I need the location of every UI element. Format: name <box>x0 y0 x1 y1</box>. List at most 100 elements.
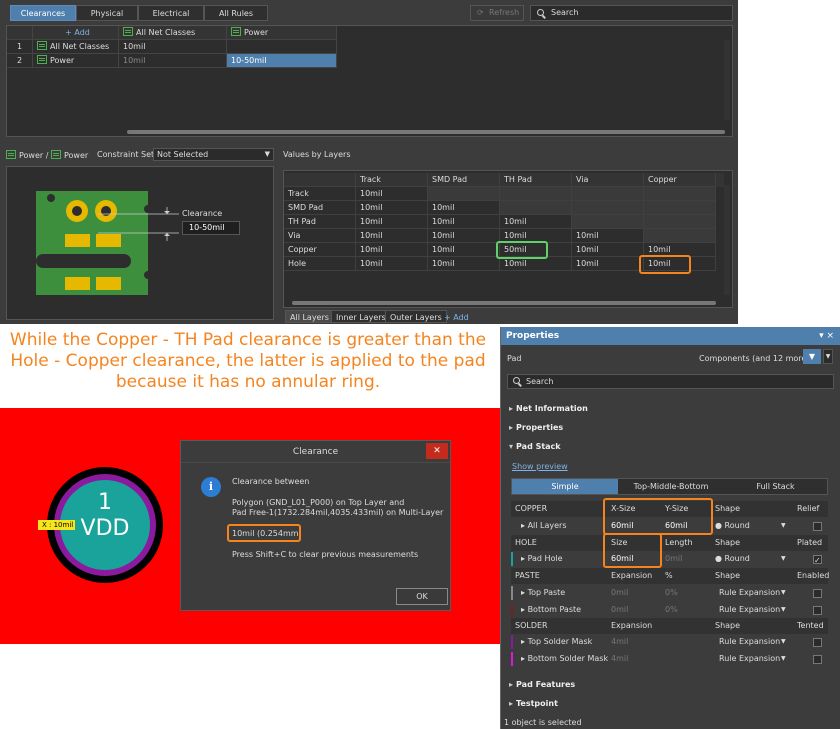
matrix-horizontal-scrollbar[interactable] <box>127 130 725 134</box>
table-row[interactable]: ▸ Top Paste 0mil 0% Rule Expansion ▼ <box>511 585 828 601</box>
chevron-down-icon[interactable]: ▼ <box>781 634 786 650</box>
values-cell[interactable]: 10mil <box>428 229 500 243</box>
solder-shape-select[interactable]: Rule Expansion <box>715 634 780 650</box>
values-cell[interactable] <box>500 187 572 201</box>
chevron-down-icon[interactable]: ▼ <box>823 349 833 364</box>
preview-clearance-value[interactable]: 10-50mil <box>182 221 240 235</box>
properties-search-input[interactable]: Search <box>507 374 834 389</box>
values-cell[interactable]: 10mil <box>356 187 428 201</box>
tab-top-middle-bottom[interactable]: Top-Middle-Bottom <box>618 479 724 494</box>
tab-full-stack[interactable]: Full Stack <box>724 479 827 494</box>
hole-length-value[interactable]: 0mil <box>661 551 682 567</box>
add-class-button[interactable]: + Add <box>33 26 119 40</box>
tab-all-rules[interactable]: All Rules <box>204 5 268 21</box>
chevron-down-icon[interactable]: ▼ <box>781 551 786 567</box>
values-cell[interactable]: 10mil <box>356 201 428 215</box>
values-cell[interactable]: 10mil <box>428 243 500 257</box>
table-row[interactable]: ▸ Top Solder Mask 4mil Rule Expansion ▼ <box>511 634 828 650</box>
values-cell[interactable]: 10mil <box>572 257 644 271</box>
copper-shape-select[interactable]: ● Round <box>711 518 750 534</box>
tab-all-layers[interactable]: All Layers <box>285 310 334 323</box>
chevron-down-icon[interactable]: ▼ <box>781 585 786 601</box>
table-row[interactable]: ▸ Bottom Solder Mask 4mil Rule Expansion… <box>511 651 828 667</box>
paste-shape-select[interactable]: Rule Expansion <box>715 585 780 601</box>
values-cell[interactable] <box>644 201 716 215</box>
values-cell[interactable] <box>644 215 716 229</box>
close-button[interactable]: ✕ <box>426 443 448 459</box>
tab-physical[interactable]: Physical <box>76 5 138 21</box>
section-net-information[interactable]: Net Information <box>509 404 588 413</box>
values-cell[interactable]: 10mil <box>428 215 500 229</box>
matrix-cell[interactable] <box>227 40 337 54</box>
solder-expansion-value[interactable]: 4mil <box>607 634 628 650</box>
ok-button[interactable]: OK <box>396 588 448 605</box>
values-cell[interactable]: 10mil <box>356 243 428 257</box>
table-row[interactable]: ▸ Pad Hole 60mil 0mil ● Round ▼ <box>511 551 828 569</box>
matrix-vertical-scrollbar[interactable] <box>724 40 730 120</box>
values-cell[interactable]: 10mil <box>356 215 428 229</box>
table-row[interactable]: TH Pad 10mil 10mil 10mil <box>284 215 724 229</box>
solder-expansion-value[interactable]: 4mil <box>607 651 628 667</box>
plated-checkbox[interactable] <box>813 553 822 569</box>
tab-outer-layers[interactable]: Outer Layers <box>385 310 447 323</box>
section-pad-stack[interactable]: Pad Stack <box>509 442 561 451</box>
values-cell[interactable] <box>644 187 716 201</box>
add-layer-button[interactable]: + Add <box>439 310 474 323</box>
values-cell[interactable] <box>500 201 572 215</box>
matrix-cell[interactable]: 10mil <box>119 54 227 68</box>
values-cell[interactable] <box>572 215 644 229</box>
relief-checkbox[interactable] <box>813 522 822 531</box>
values-vertical-scrollbar[interactable] <box>724 185 730 295</box>
values-cell[interactable] <box>644 229 716 243</box>
values-horizontal-scrollbar[interactable] <box>292 301 716 305</box>
values-cell[interactable]: 10mil <box>500 257 572 271</box>
tab-simple[interactable]: Simple <box>512 479 618 494</box>
matrix-cell-selected[interactable]: 10-50mil <box>227 54 337 68</box>
chevron-down-icon[interactable]: ▼ <box>781 602 786 618</box>
table-row[interactable]: ▸ Bottom Paste 0mil 0% Rule Expansion ▼ <box>511 602 828 618</box>
values-cell[interactable]: 10mil <box>572 243 644 257</box>
matrix-col-power[interactable]: Power <box>227 26 337 40</box>
show-preview-link[interactable]: Show preview <box>512 462 568 471</box>
paste-percent-value[interactable]: 0% <box>661 602 678 618</box>
table-row[interactable]: Track 10mil <box>284 187 724 201</box>
panel-controls[interactable]: ▾ × <box>819 327 834 345</box>
hole-shape-select[interactable]: ● Round <box>711 551 750 567</box>
refresh-button[interactable]: ⟳ Refresh <box>470 5 524 21</box>
paste-shape-select[interactable]: Rule Expansion <box>715 602 780 618</box>
section-testpoint[interactable]: Testpoint <box>509 699 558 708</box>
tab-clearances[interactable]: Clearances <box>10 5 76 21</box>
table-row[interactable]: 1 All Net Classes 10mil <box>7 40 337 54</box>
solder-shape-select[interactable]: Rule Expansion <box>715 651 780 667</box>
values-cell[interactable]: 10mil <box>356 257 428 271</box>
values-cell[interactable]: 10mil <box>428 201 500 215</box>
values-cell[interactable]: 10mil <box>500 215 572 229</box>
filter-icon[interactable]: ▼ <box>803 349 821 364</box>
search-input[interactable]: Search <box>530 5 733 21</box>
values-cell[interactable]: 10mil <box>356 229 428 243</box>
table-row[interactable]: 2 Power 10mil 10-50mil <box>7 54 337 68</box>
tented-checkbox[interactable] <box>813 655 822 664</box>
table-row[interactable]: SMD Pad 10mil 10mil <box>284 201 724 215</box>
paste-expansion-value[interactable]: 0mil <box>607 602 628 618</box>
paste-expansion-value[interactable]: 0mil <box>607 585 628 601</box>
tab-inner-layers[interactable]: Inner Layers <box>331 310 391 323</box>
constraint-set-select[interactable]: Not Selected ▼ <box>153 148 274 161</box>
row-name-label: Power <box>50 56 75 65</box>
values-cell[interactable] <box>428 187 500 201</box>
matrix-col-all-net-classes[interactable]: All Net Classes <box>119 26 227 40</box>
values-cell[interactable]: 10mil <box>428 257 500 271</box>
tented-checkbox[interactable] <box>813 638 822 647</box>
values-cell[interactable] <box>572 187 644 201</box>
chevron-down-icon[interactable]: ▼ <box>781 518 786 534</box>
tab-electrical[interactable]: Electrical <box>138 5 204 21</box>
section-pad-features[interactable]: Pad Features <box>509 680 575 689</box>
values-cell[interactable]: 10mil <box>572 229 644 243</box>
matrix-cell[interactable]: 10mil <box>119 40 227 54</box>
paste-percent-value[interactable]: 0% <box>661 585 678 601</box>
section-properties[interactable]: Properties <box>509 423 563 432</box>
values-cell[interactable] <box>572 201 644 215</box>
chevron-down-icon[interactable]: ▼ <box>781 651 786 667</box>
enabled-checkbox[interactable] <box>813 589 822 598</box>
enabled-checkbox[interactable] <box>813 606 822 615</box>
